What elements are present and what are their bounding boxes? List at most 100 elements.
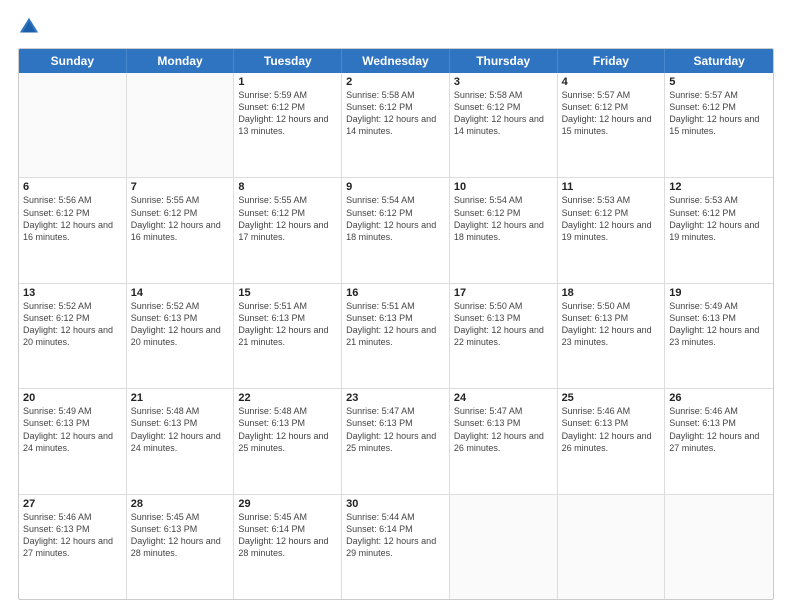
sunset-text: Sunset: 6:12 PM (346, 207, 445, 219)
daylight-text: Daylight: 12 hours and 13 minutes. (238, 113, 337, 137)
day-number: 23 (346, 392, 445, 404)
calendar-cell: 5Sunrise: 5:57 AMSunset: 6:12 PMDaylight… (665, 73, 773, 177)
day-number: 7 (131, 181, 230, 193)
daylight-text: Daylight: 12 hours and 23 minutes. (669, 324, 769, 348)
sunrise-text: Sunrise: 5:56 AM (23, 194, 122, 206)
sunrise-text: Sunrise: 5:48 AM (131, 405, 230, 417)
calendar-cell: 15Sunrise: 5:51 AMSunset: 6:13 PMDayligh… (234, 284, 342, 388)
daylight-text: Daylight: 12 hours and 14 minutes. (346, 113, 445, 137)
header-cell-tuesday: Tuesday (234, 49, 342, 73)
day-number: 19 (669, 287, 769, 299)
sunset-text: Sunset: 6:12 PM (23, 207, 122, 219)
sunrise-text: Sunrise: 5:44 AM (346, 511, 445, 523)
daylight-text: Daylight: 12 hours and 20 minutes. (23, 324, 122, 348)
day-number: 16 (346, 287, 445, 299)
sunset-text: Sunset: 6:13 PM (238, 312, 337, 324)
logo-icon (18, 16, 40, 38)
daylight-text: Daylight: 12 hours and 15 minutes. (562, 113, 661, 137)
calendar-cell: 14Sunrise: 5:52 AMSunset: 6:13 PMDayligh… (127, 284, 235, 388)
day-number: 21 (131, 392, 230, 404)
daylight-text: Daylight: 12 hours and 23 minutes. (562, 324, 661, 348)
day-number: 11 (562, 181, 661, 193)
calendar-cell: 29Sunrise: 5:45 AMSunset: 6:14 PMDayligh… (234, 495, 342, 599)
sunrise-text: Sunrise: 5:57 AM (562, 89, 661, 101)
sunrise-text: Sunrise: 5:53 AM (562, 194, 661, 206)
sunset-text: Sunset: 6:14 PM (238, 523, 337, 535)
sunrise-text: Sunrise: 5:55 AM (238, 194, 337, 206)
daylight-text: Daylight: 12 hours and 24 minutes. (23, 430, 122, 454)
logo (18, 16, 44, 38)
day-number: 29 (238, 498, 337, 510)
calendar-cell: 21Sunrise: 5:48 AMSunset: 6:13 PMDayligh… (127, 389, 235, 493)
sunset-text: Sunset: 6:12 PM (454, 101, 553, 113)
day-number: 13 (23, 287, 122, 299)
sunset-text: Sunset: 6:13 PM (454, 312, 553, 324)
sunrise-text: Sunrise: 5:47 AM (346, 405, 445, 417)
day-number: 18 (562, 287, 661, 299)
day-number: 9 (346, 181, 445, 193)
header-cell-thursday: Thursday (450, 49, 558, 73)
daylight-text: Daylight: 12 hours and 21 minutes. (238, 324, 337, 348)
calendar-cell: 20Sunrise: 5:49 AMSunset: 6:13 PMDayligh… (19, 389, 127, 493)
day-number: 14 (131, 287, 230, 299)
daylight-text: Daylight: 12 hours and 26 minutes. (454, 430, 553, 454)
sunset-text: Sunset: 6:12 PM (238, 101, 337, 113)
sunrise-text: Sunrise: 5:45 AM (131, 511, 230, 523)
sunset-text: Sunset: 6:13 PM (562, 312, 661, 324)
day-number: 26 (669, 392, 769, 404)
day-number: 2 (346, 76, 445, 88)
calendar-cell: 8Sunrise: 5:55 AMSunset: 6:12 PMDaylight… (234, 178, 342, 282)
sunset-text: Sunset: 6:12 PM (238, 207, 337, 219)
calendar-week-row: 20Sunrise: 5:49 AMSunset: 6:13 PMDayligh… (19, 389, 773, 494)
daylight-text: Daylight: 12 hours and 14 minutes. (454, 113, 553, 137)
sunset-text: Sunset: 6:13 PM (131, 417, 230, 429)
sunset-text: Sunset: 6:13 PM (23, 417, 122, 429)
sunset-text: Sunset: 6:12 PM (562, 101, 661, 113)
calendar-cell: 6Sunrise: 5:56 AMSunset: 6:12 PMDaylight… (19, 178, 127, 282)
calendar-cell: 23Sunrise: 5:47 AMSunset: 6:13 PMDayligh… (342, 389, 450, 493)
calendar-week-row: 27Sunrise: 5:46 AMSunset: 6:13 PMDayligh… (19, 495, 773, 599)
day-number: 4 (562, 76, 661, 88)
sunset-text: Sunset: 6:12 PM (669, 101, 769, 113)
header-cell-wednesday: Wednesday (342, 49, 450, 73)
sunset-text: Sunset: 6:13 PM (669, 312, 769, 324)
sunrise-text: Sunrise: 5:54 AM (454, 194, 553, 206)
daylight-text: Daylight: 12 hours and 22 minutes. (454, 324, 553, 348)
sunrise-text: Sunrise: 5:53 AM (669, 194, 769, 206)
header (18, 16, 774, 38)
day-number: 6 (23, 181, 122, 193)
calendar-cell (450, 495, 558, 599)
daylight-text: Daylight: 12 hours and 18 minutes. (454, 219, 553, 243)
day-number: 28 (131, 498, 230, 510)
sunrise-text: Sunrise: 5:59 AM (238, 89, 337, 101)
sunset-text: Sunset: 6:13 PM (238, 417, 337, 429)
sunrise-text: Sunrise: 5:47 AM (454, 405, 553, 417)
sunrise-text: Sunrise: 5:49 AM (669, 300, 769, 312)
sunrise-text: Sunrise: 5:58 AM (454, 89, 553, 101)
day-number: 5 (669, 76, 769, 88)
day-number: 27 (23, 498, 122, 510)
calendar-cell (127, 73, 235, 177)
daylight-text: Daylight: 12 hours and 27 minutes. (669, 430, 769, 454)
daylight-text: Daylight: 12 hours and 26 minutes. (562, 430, 661, 454)
calendar-cell: 28Sunrise: 5:45 AMSunset: 6:13 PMDayligh… (127, 495, 235, 599)
calendar-cell: 22Sunrise: 5:48 AMSunset: 6:13 PMDayligh… (234, 389, 342, 493)
day-number: 25 (562, 392, 661, 404)
calendar-week-row: 6Sunrise: 5:56 AMSunset: 6:12 PMDaylight… (19, 178, 773, 283)
sunrise-text: Sunrise: 5:46 AM (669, 405, 769, 417)
calendar-cell: 10Sunrise: 5:54 AMSunset: 6:12 PMDayligh… (450, 178, 558, 282)
calendar-cell (19, 73, 127, 177)
sunset-text: Sunset: 6:13 PM (346, 417, 445, 429)
calendar-cell (558, 495, 666, 599)
sunset-text: Sunset: 6:13 PM (131, 523, 230, 535)
calendar-cell: 30Sunrise: 5:44 AMSunset: 6:14 PMDayligh… (342, 495, 450, 599)
daylight-text: Daylight: 12 hours and 15 minutes. (669, 113, 769, 137)
daylight-text: Daylight: 12 hours and 20 minutes. (131, 324, 230, 348)
calendar-cell: 1Sunrise: 5:59 AMSunset: 6:12 PMDaylight… (234, 73, 342, 177)
day-number: 12 (669, 181, 769, 193)
daylight-text: Daylight: 12 hours and 25 minutes. (238, 430, 337, 454)
sunrise-text: Sunrise: 5:58 AM (346, 89, 445, 101)
sunrise-text: Sunrise: 5:50 AM (454, 300, 553, 312)
daylight-text: Daylight: 12 hours and 24 minutes. (131, 430, 230, 454)
calendar-week-row: 1Sunrise: 5:59 AMSunset: 6:12 PMDaylight… (19, 73, 773, 178)
